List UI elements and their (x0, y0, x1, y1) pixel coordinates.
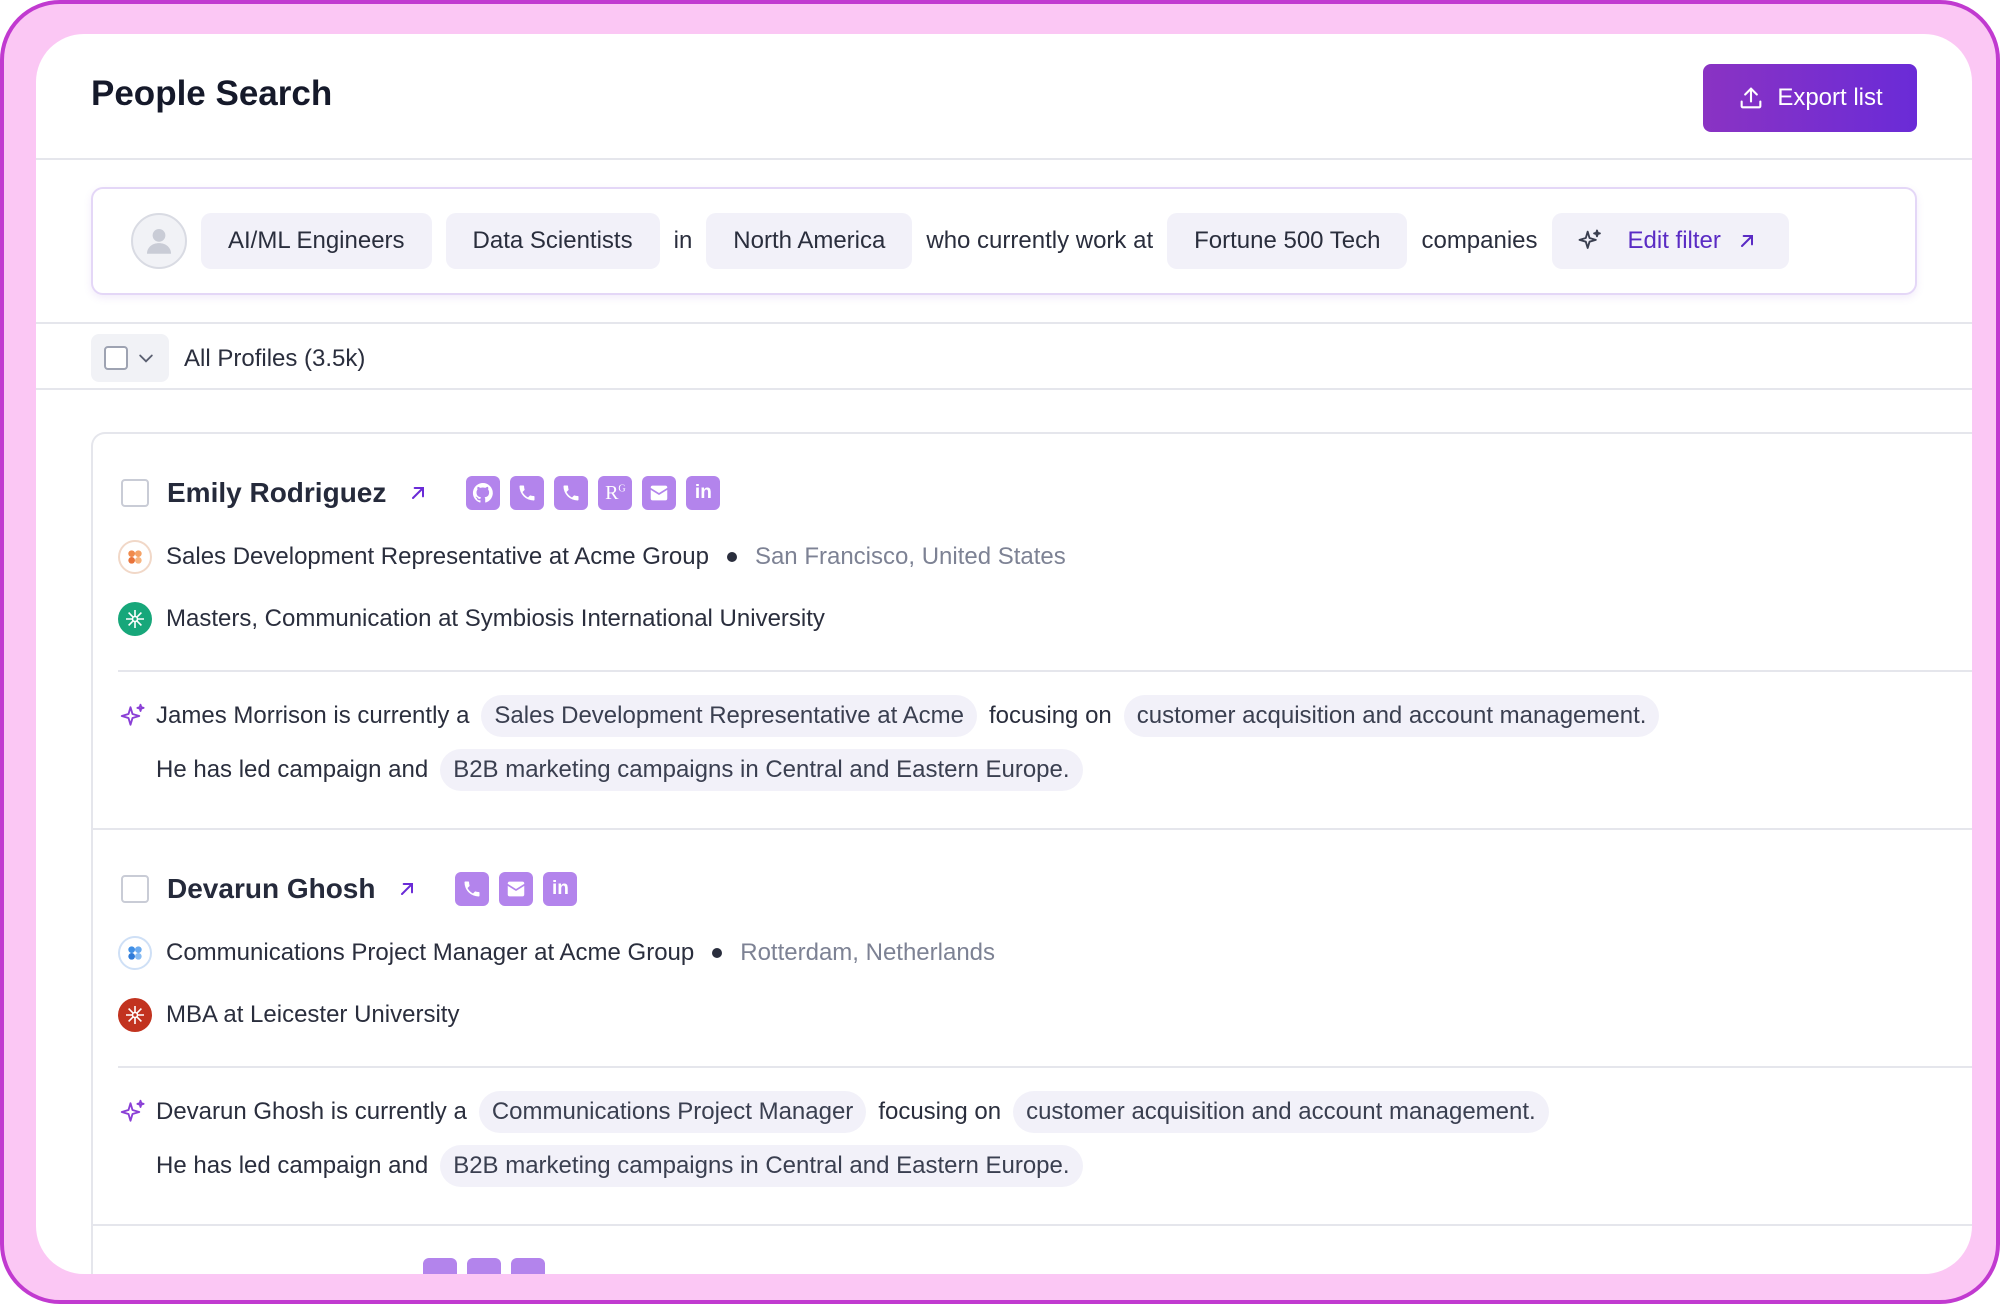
phone-icon[interactable] (455, 872, 490, 906)
sparkle-icon (1578, 229, 1601, 249)
company-logo-icon (118, 936, 152, 970)
select-all-dropdown[interactable] (91, 334, 169, 382)
open-profile-icon[interactable] (408, 483, 428, 503)
edit-filter-button[interactable]: Edit filter (1551, 213, 1789, 269)
sparkle-icon (118, 1097, 148, 1127)
summary-focus-word: focusing on (878, 1098, 1002, 1125)
location: San Francisco, United States (754, 543, 1066, 570)
email-icon[interactable] (499, 872, 534, 906)
phone-icon[interactable] (554, 476, 589, 510)
phone-icon[interactable] (423, 1258, 457, 1274)
researchgate-icon[interactable]: RG (598, 476, 633, 510)
education: MBA at Leicester University (166, 1001, 460, 1028)
summary-campaign-tag: B2B marketing campaigns in Central and E… (440, 1145, 1083, 1187)
summary-led: He has led campaign and (156, 756, 429, 783)
profile-name[interactable]: Devarun Ghosh (167, 873, 375, 905)
search-filter-bar: AI/ML Engineers Data Scientists in North… (91, 187, 1917, 295)
separator-dot (726, 552, 737, 562)
summary-intro: Devarun Ghosh is currently a (156, 1098, 467, 1125)
ai-summary: Devarun Ghosh is currently a Communicati… (118, 1090, 1936, 1198)
upload-icon (1740, 87, 1762, 109)
summary-led: He has led campaign and (156, 1152, 429, 1179)
profile-card: Emily Rodriguez RG in Sales Development … (93, 434, 1972, 830)
app-frame: People Search Export list AI/ML Engineer… (0, 0, 2000, 1304)
summary-focus-tag: customer acquisition and account managem… (1013, 1091, 1549, 1133)
divider (118, 670, 1972, 672)
summary-intro: James Morrison is currently a (156, 702, 470, 729)
edit-filter-label: Edit filter (1627, 227, 1721, 254)
profiles-toolbar: All Profiles (3.5k) (36, 322, 1972, 390)
profile-checkbox[interactable] (121, 875, 149, 903)
summary-role-tag: Sales Development Representative at Acme (481, 695, 978, 737)
all-profiles-count: All Profiles (3.5k) (184, 345, 366, 372)
filter-word-in: in (673, 227, 693, 254)
chevron-down-icon (139, 354, 153, 363)
open-profile-icon[interactable] (397, 879, 417, 899)
filter-chip-location[interactable]: North America (706, 213, 913, 269)
filter-word-companies: companies (1421, 227, 1538, 254)
divider (118, 1066, 1972, 1068)
summary-focus-word: focusing on (989, 702, 1112, 729)
people-search-window: People Search Export list AI/ML Engineer… (36, 34, 1972, 1274)
separator-dot (712, 948, 723, 958)
job-title: Communications Project Manager at Acme G… (166, 939, 695, 966)
job-title: Sales Development Representative at Acme… (166, 543, 709, 570)
summary-focus-tag: customer acquisition and account managem… (1123, 695, 1660, 737)
profile-name[interactable]: Emily Rodriguez (167, 477, 386, 509)
summary-role-tag: Communications Project Manager (478, 1091, 867, 1133)
github-icon[interactable] (466, 476, 501, 510)
export-list-label: Export list (1777, 84, 1883, 111)
profile-checkbox[interactable] (121, 479, 149, 507)
filter-chip-role-2[interactable]: Data Scientists (445, 213, 660, 269)
select-all-checkbox[interactable] (104, 346, 128, 370)
education: Masters, Communication at Symbiosis Inte… (166, 605, 825, 632)
email-icon[interactable] (467, 1258, 501, 1274)
email-icon[interactable] (642, 476, 677, 510)
profile-card: Devarun Ghosh in Communications Project … (93, 830, 1972, 1226)
university-logo-icon (118, 998, 152, 1032)
linkedin-icon[interactable]: in (686, 476, 721, 510)
phone-icon[interactable] (510, 476, 545, 510)
avatar-icon (131, 213, 187, 269)
profile-list: Emily Rodriguez RG in Sales Development … (91, 432, 1972, 1274)
arrow-up-right-icon (1740, 235, 1753, 247)
linkedin-icon[interactable]: in (543, 872, 578, 906)
linkedin-icon[interactable] (511, 1258, 545, 1274)
filter-word-work: who currently work at (926, 227, 1154, 254)
company-logo-icon (118, 540, 152, 574)
export-list-button[interactable]: Export list (1703, 64, 1917, 132)
ai-summary: James Morrison is currently a Sales Deve… (118, 694, 1936, 802)
university-logo-icon (118, 602, 152, 636)
location: Rotterdam, Netherlands (740, 939, 996, 966)
summary-campaign-tag: B2B marketing campaigns in Central and E… (440, 749, 1083, 791)
sparkle-icon (118, 701, 148, 731)
page-header: People Search Export list (36, 34, 1972, 160)
filter-chip-company[interactable]: Fortune 500 Tech (1167, 213, 1408, 269)
page-title: People Search (91, 74, 333, 113)
profile-card (93, 1226, 1972, 1274)
filter-chip-role-1[interactable]: AI/ML Engineers (201, 213, 432, 269)
